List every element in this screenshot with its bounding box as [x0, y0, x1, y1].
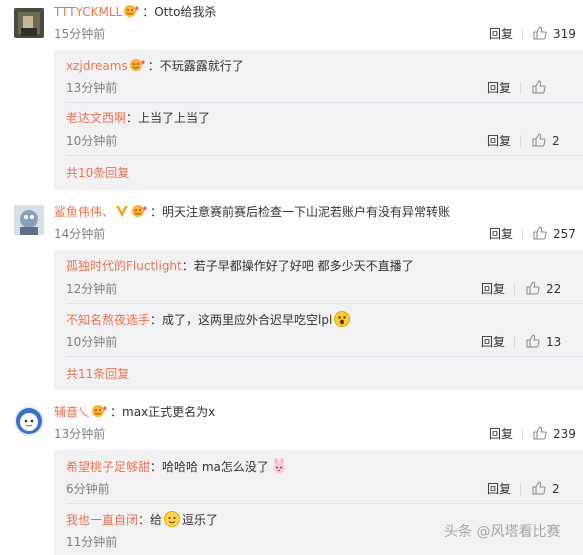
more-replies-link[interactable]: 共10条回复 [66, 165, 129, 181]
reply-separator [66, 303, 583, 304]
username[interactable]: TTTYCKMLL [54, 5, 122, 19]
comment-time: 14分钟前 [54, 227, 106, 241]
like-button[interactable]: 13 [526, 333, 562, 351]
reply-time: 10分钟前 [66, 134, 118, 148]
username[interactable]: 鲨鱼伟伟、 [54, 205, 114, 219]
reply-button[interactable]: 回复 [481, 281, 505, 297]
comment-time: 13分钟前 [54, 427, 106, 441]
thumbs-up-icon [532, 79, 546, 97]
shocked-face-icon [334, 311, 351, 327]
thumbs-up-icon [533, 425, 547, 443]
reply-username[interactable]: 老达文西啊 [66, 111, 126, 125]
reply-button[interactable]: 回复 [487, 133, 511, 149]
reply-time: 6分钟前 [66, 482, 110, 496]
comment-time: 15分钟前 [54, 27, 106, 41]
reply-text: ：若子早都操作好了好吧 都多少天不直播了 [181, 259, 414, 273]
fan-badge-icon [131, 204, 149, 218]
fan-badge-icon [123, 4, 141, 18]
thumbs-up-icon [532, 480, 546, 498]
thumbs-up-icon [526, 280, 540, 298]
reply-list: xzjdreams ：不玩露露就行了 13分钟前 回复 老达文西啊：上当了上当了 … [54, 50, 583, 190]
divider [520, 483, 521, 495]
more-replies-link[interactable]: 共11条回复 [66, 366, 129, 382]
like-count: 2 [552, 482, 560, 496]
thumbs-up-icon [533, 25, 547, 43]
reply-separator [66, 503, 583, 504]
reply-text: ：成了，这两里应外合迟早吃空lpl [150, 313, 333, 327]
reply-text: ：给 [138, 513, 163, 527]
reply-text: ：哈哈哈 ma怎么没了 [150, 460, 269, 474]
reply-time: 10分钟前 [66, 335, 118, 349]
like-button[interactable]: 257 [533, 225, 576, 243]
reply-button[interactable]: 回复 [489, 26, 513, 42]
like-button[interactable]: 22 [526, 280, 562, 298]
like-count: 319 [553, 27, 576, 41]
reply-text: ：不玩露露就行了 [147, 59, 244, 73]
pointing-face-icon [164, 511, 181, 527]
avatar[interactable] [14, 205, 44, 235]
avatar[interactable] [14, 8, 44, 38]
verified-v-icon [115, 204, 129, 218]
like-button[interactable]: 2 [532, 132, 560, 150]
reply-button[interactable]: 回复 [481, 334, 505, 350]
reply-username[interactable]: 我也一直自闭 [66, 513, 138, 527]
divider [522, 28, 523, 40]
reply-username[interactable]: xzjdreams [66, 59, 128, 73]
fan-badge-icon [129, 58, 147, 72]
like-count: 2 [552, 134, 560, 148]
like-count: 22 [546, 282, 562, 296]
divider [520, 82, 521, 94]
reply-username[interactable]: 希望桃子足够甜 [66, 460, 150, 474]
reply-text-suffix: 逗乐了 [182, 513, 219, 527]
reply-time: 12分钟前 [66, 282, 118, 296]
reply-separator [66, 155, 583, 156]
reply-time: 11分钟前 [66, 535, 118, 549]
reply-button[interactable]: 回复 [489, 426, 513, 442]
divider [514, 336, 515, 348]
like-button[interactable]: 319 [533, 25, 576, 43]
pink-bunny-icon [271, 458, 287, 474]
username[interactable]: 辅音乀 [54, 405, 90, 419]
reply-list: 孤独时代的Fluctlight：若子早都操作好了好吧 都多少天不直播了 12分钟… [54, 250, 583, 390]
divider [520, 135, 521, 147]
like-button[interactable] [532, 79, 552, 97]
thumbs-up-icon [533, 225, 547, 243]
fan-badge-icon [91, 404, 109, 418]
comment-text: ：max正式更名为x [110, 405, 216, 419]
reply-time: 13分钟前 [66, 81, 118, 95]
avatar[interactable] [14, 406, 44, 436]
divider [514, 283, 515, 295]
like-button[interactable]: 239 [533, 425, 576, 443]
like-count: 13 [546, 335, 562, 349]
reply-button[interactable]: 回复 [487, 80, 511, 96]
like-count: 239 [553, 427, 576, 441]
divider [522, 428, 523, 440]
comment-text: ：Otto给我杀 [142, 5, 217, 19]
reply-button[interactable]: 回复 [487, 481, 511, 497]
reply-separator [66, 102, 583, 103]
reply-button[interactable]: 回复 [489, 226, 513, 242]
thumbs-up-icon [526, 333, 540, 351]
comment-text: ：明天注意赛前赛后检查一下山泥若账户有没有异常转账 [150, 205, 451, 219]
reply-separator [66, 356, 583, 357]
reply-username[interactable]: 孤独时代的Fluctlight [66, 259, 182, 273]
like-count: 257 [553, 227, 576, 241]
thumbs-up-icon [532, 132, 546, 150]
like-button[interactable]: 2 [532, 480, 560, 498]
divider [522, 228, 523, 240]
reply-username[interactable]: 不知名熬夜选手 [66, 313, 150, 327]
watermark: 头条 @风塔看比赛 [444, 524, 561, 540]
reply-text: ：上当了上当了 [126, 111, 211, 125]
